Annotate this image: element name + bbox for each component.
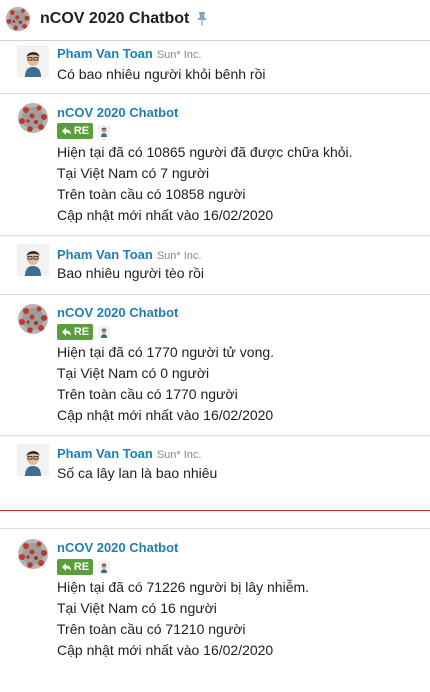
sender-org: Sun* Inc. — [156, 449, 202, 461]
reply-label: RE — [73, 326, 90, 338]
virus-icon[interactable] — [17, 102, 49, 134]
message-line: Tại Việt Nam có 7 người — [57, 165, 210, 181]
message-line: Bao nhiêu người tèo rồi — [57, 265, 204, 281]
sender-name[interactable]: Pham Van Toan — [57, 46, 153, 61]
message-line: Trên toàn cầu có 10858 người — [57, 186, 246, 202]
message-line: Hiện tại đã có 1770 người tử vong. — [57, 344, 275, 360]
chat-message: nCOV 2020 Chatbot RE Hiện tại đã có 1770… — [0, 295, 430, 435]
sender-name[interactable]: nCOV 2020 Chatbot — [57, 105, 178, 120]
pin-icon[interactable] — [196, 11, 208, 27]
sender-org: Sun* Inc. — [156, 250, 202, 262]
reply-arrow-icon — [61, 328, 71, 336]
message-line: Hiện tại đã có 10865 người đã được chữa … — [57, 144, 353, 160]
sender-name[interactable]: nCOV 2020 Chatbot — [57, 305, 178, 320]
user-mini-avatar — [98, 559, 110, 575]
virus-icon[interactable] — [17, 303, 49, 335]
message-line: Có bao nhiêu người khỏi bênh rồi — [57, 66, 266, 82]
message-line: Tại Việt Nam có 0 người — [57, 365, 210, 381]
message-line: Số ca lây lan là bao nhiêu — [57, 465, 218, 481]
page-title: nCOV 2020 Chatbot — [40, 10, 190, 27]
user-avatar[interactable] — [17, 444, 49, 476]
message-line: Tại Việt Nam có 16 người — [57, 600, 217, 616]
sender-name[interactable]: nCOV 2020 Chatbot — [57, 540, 178, 555]
message-line: Trên toàn cầu có 1770 người — [57, 386, 238, 402]
reply-button[interactable]: RE — [57, 324, 93, 340]
message-line: Hiện tại đã có 71226 người bị lây nhiễm. — [57, 579, 310, 595]
reply-button[interactable]: RE — [57, 559, 93, 575]
user-avatar[interactable] — [17, 244, 49, 276]
chat-message: Pham Van Toan Sun* Inc. Bao nhiêu người t… — [0, 236, 430, 294]
sender-name[interactable]: Pham Van Toan — [57, 446, 153, 461]
chat-message: Pham Van Toan Sun* Inc. Số ca lây lan là … — [0, 436, 430, 496]
chat-header: nCOV 2020 Chatbot — [0, 0, 430, 40]
chat-message: nCOV 2020 Chatbot RE Hiện tại đã có 1086… — [0, 94, 430, 234]
message-line: Cập nhật mới nhất vào 16/02/2020 — [57, 642, 274, 658]
reply-arrow-icon — [61, 563, 71, 571]
chat-message: Pham Van Toan Sun* Inc. Có bao nhiêu ngườ… — [0, 41, 430, 93]
sender-org: Sun* Inc. — [156, 49, 202, 61]
message-line: Trên toàn cầu có 71210 người — [57, 621, 246, 637]
reply-label: RE — [73, 561, 90, 573]
sender-name[interactable]: Pham Van Toan — [57, 247, 153, 262]
message-line: Cập nhật mới nhất vào 16/02/2020 — [57, 407, 274, 423]
message-line: Cập nhật mới nhất vào 16/02/2020 — [57, 207, 274, 223]
reply-button[interactable]: RE — [57, 123, 93, 139]
chat-message: nCOV 2020 Chatbot RE Hiện tại đã có 7122… — [0, 529, 430, 669]
user-avatar[interactable] — [17, 45, 49, 77]
virus-icon — [5, 6, 31, 32]
virus-icon[interactable] — [17, 538, 49, 570]
new-messages-divider — [0, 510, 430, 511]
user-mini-avatar — [98, 324, 110, 340]
reply-label: RE — [73, 125, 90, 137]
user-mini-avatar — [98, 123, 110, 139]
reply-arrow-icon — [61, 127, 71, 135]
